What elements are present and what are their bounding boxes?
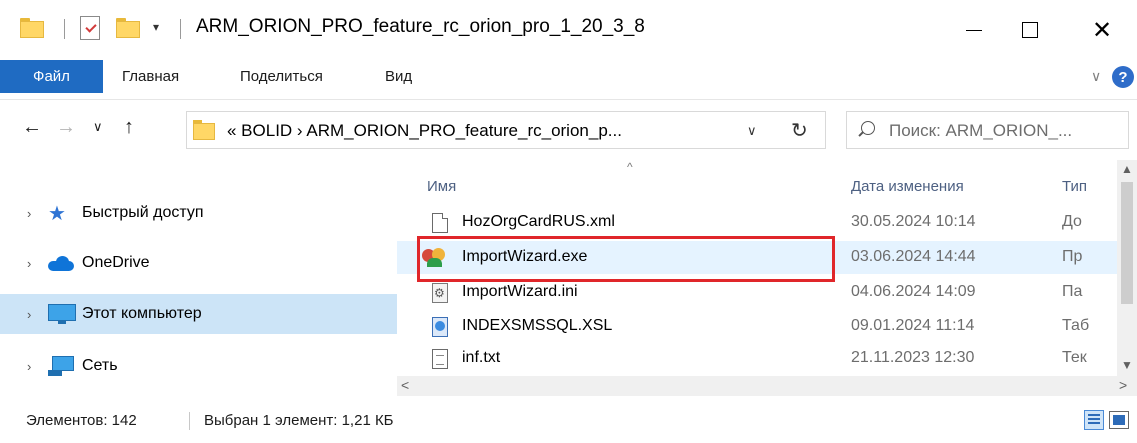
file-type: До — [1062, 213, 1082, 230]
settings-file-icon — [432, 283, 448, 303]
selection-info: Выбран 1 элемент: 1,21 КБ — [204, 412, 394, 429]
maximize-button[interactable] — [1002, 8, 1058, 52]
minimize-button[interactable] — [946, 8, 1002, 52]
scroll-up-icon[interactable]: ▲ — [1121, 162, 1133, 176]
search-placeholder: Поиск: ARM_ORION_... — [889, 121, 1073, 140]
folder-icon — [193, 120, 215, 140]
status-bar: Элементов: 142 Выбран 1 элемент: 1,21 КБ — [0, 396, 1137, 443]
large-icons-view-icon[interactable] — [1109, 411, 1129, 429]
file-date: 04.06.2024 14:09 — [851, 283, 976, 300]
file-date: 21.11.2023 12:30 — [851, 349, 975, 366]
expand-ribbon-icon[interactable]: ∨ — [1091, 68, 1101, 85]
text-file-icon — [432, 349, 448, 369]
star-icon: ★ — [48, 203, 66, 225]
separator — [180, 19, 181, 39]
nav-item-label: Быстрый доступ — [82, 204, 204, 221]
nav-item-this-pc[interactable]: › Этот компьютер — [0, 294, 397, 334]
horizontal-scrollbar[interactable]: < > — [397, 376, 1137, 396]
xsl-file-icon — [432, 317, 448, 337]
close-icon: ✕ — [1091, 16, 1113, 44]
address-row: ← → ∨ ↑ « BOLID › ARM_ORION_PRO_feature_… — [0, 100, 1137, 160]
search-input[interactable]: Поиск: ARM_ORION_... — [846, 111, 1129, 149]
address-dropdown-icon[interactable]: ∨ — [747, 123, 757, 139]
folder-icon — [20, 18, 44, 38]
item-count: Элементов: 142 — [26, 412, 137, 429]
people-app-icon — [422, 248, 446, 268]
table-row[interactable]: inf.txt 21.11.2023 12:30 Тек — [397, 342, 1117, 375]
file-name: inf.txt — [462, 349, 501, 366]
tab-view[interactable]: Вид — [385, 68, 412, 85]
file-type: Па — [1062, 283, 1083, 300]
separator — [64, 19, 65, 39]
file-type: Тек — [1062, 349, 1087, 366]
file-name: INDEXSMSSQL.XSL — [462, 317, 613, 334]
file-list: ^ Имя Дата изменения Тип HozOrgCardRUS.x… — [397, 160, 1137, 396]
properties-check-icon[interactable] — [80, 16, 100, 40]
scroll-right-icon[interactable]: > — [1119, 377, 1127, 393]
quick-access-dropdown-icon[interactable]: ▾ — [153, 20, 159, 34]
computer-icon — [48, 304, 76, 324]
nav-item-label: Этот компьютер — [82, 305, 202, 322]
title-bar: ▾ ARM_ORION_PRO_feature_rc_orion_pro_1_2… — [0, 0, 1137, 60]
navigation-pane: › ★ Быстрый доступ › OneDrive › Этот ком… — [0, 160, 397, 396]
file-name: ImportWizard.exe — [462, 248, 588, 265]
minimize-icon — [966, 29, 982, 31]
address-bar[interactable]: « BOLID › ARM_ORION_PRO_feature_rc_orion… — [186, 111, 826, 149]
table-row[interactable]: HozOrgCardRUS.xml 30.05.2024 10:14 До — [397, 206, 1117, 239]
up-button[interactable]: ↑ — [124, 116, 134, 139]
chevron-right-icon[interactable]: › — [27, 359, 31, 374]
cloud-icon — [48, 256, 74, 271]
chevron-right-icon[interactable]: › — [27, 206, 31, 221]
scroll-down-icon[interactable]: ▼ — [1121, 358, 1133, 372]
details-view-icon[interactable] — [1084, 410, 1104, 430]
file-name: HozOrgCardRUS.xml — [462, 213, 615, 230]
new-folder-icon[interactable] — [116, 18, 140, 38]
nav-item-label: Сеть — [82, 357, 118, 374]
vertical-scrollbar[interactable]: ▲ ▼ — [1117, 160, 1137, 376]
file-name: ImportWizard.ini — [462, 283, 578, 300]
document-icon — [432, 213, 448, 233]
search-icon — [861, 121, 875, 135]
recent-locations-button[interactable]: ∨ — [93, 119, 103, 135]
column-header-type[interactable]: Тип — [1062, 178, 1087, 195]
ribbon-tabs: Файл Главная Поделиться Вид ∨ ? — [0, 60, 1137, 100]
nav-item-label: OneDrive — [82, 254, 150, 271]
help-icon[interactable]: ? — [1112, 66, 1134, 88]
table-row[interactable]: ImportWizard.exe 03.06.2024 14:44 Пр — [397, 241, 1117, 274]
nav-item-quick-access[interactable]: › ★ Быстрый доступ — [0, 193, 397, 233]
sort-ascending-icon: ^ — [627, 160, 633, 174]
separator — [189, 412, 190, 430]
nav-item-onedrive[interactable]: › OneDrive — [0, 243, 397, 283]
column-header-date[interactable]: Дата изменения — [851, 178, 964, 195]
window-title: ARM_ORION_PRO_feature_rc_orion_pro_1_20_… — [196, 16, 645, 37]
maximize-icon — [1022, 22, 1038, 38]
chevron-right-icon[interactable]: › — [27, 256, 31, 271]
table-row[interactable]: ImportWizard.ini 04.06.2024 14:09 Па — [397, 276, 1117, 309]
back-button[interactable]: ← — [22, 116, 42, 139]
refresh-icon[interactable]: ↻ — [791, 118, 808, 143]
tab-file[interactable]: Файл — [0, 60, 103, 93]
scrollbar-thumb[interactable] — [1121, 182, 1133, 304]
file-type: Таб — [1062, 317, 1090, 334]
network-icon — [48, 356, 76, 376]
file-date: 30.05.2024 10:14 — [851, 213, 976, 230]
scroll-left-icon[interactable]: < — [401, 377, 409, 393]
close-button[interactable]: ✕ — [1074, 8, 1130, 52]
file-type: Пр — [1062, 248, 1083, 265]
table-row[interactable]: INDEXSMSSQL.XSL 09.01.2024 11:14 Таб — [397, 310, 1117, 343]
file-date: 09.01.2024 11:14 — [851, 317, 975, 334]
chevron-right-icon[interactable]: › — [27, 307, 31, 322]
address-path[interactable]: « BOLID › ARM_ORION_PRO_feature_rc_orion… — [227, 121, 622, 141]
tab-share[interactable]: Поделиться — [240, 68, 323, 85]
tab-home[interactable]: Главная — [122, 68, 179, 85]
nav-item-network[interactable]: › Сеть — [0, 346, 397, 386]
file-date: 03.06.2024 14:44 — [851, 248, 976, 265]
forward-button[interactable]: → — [56, 116, 76, 139]
column-header-name[interactable]: Имя — [427, 178, 456, 195]
